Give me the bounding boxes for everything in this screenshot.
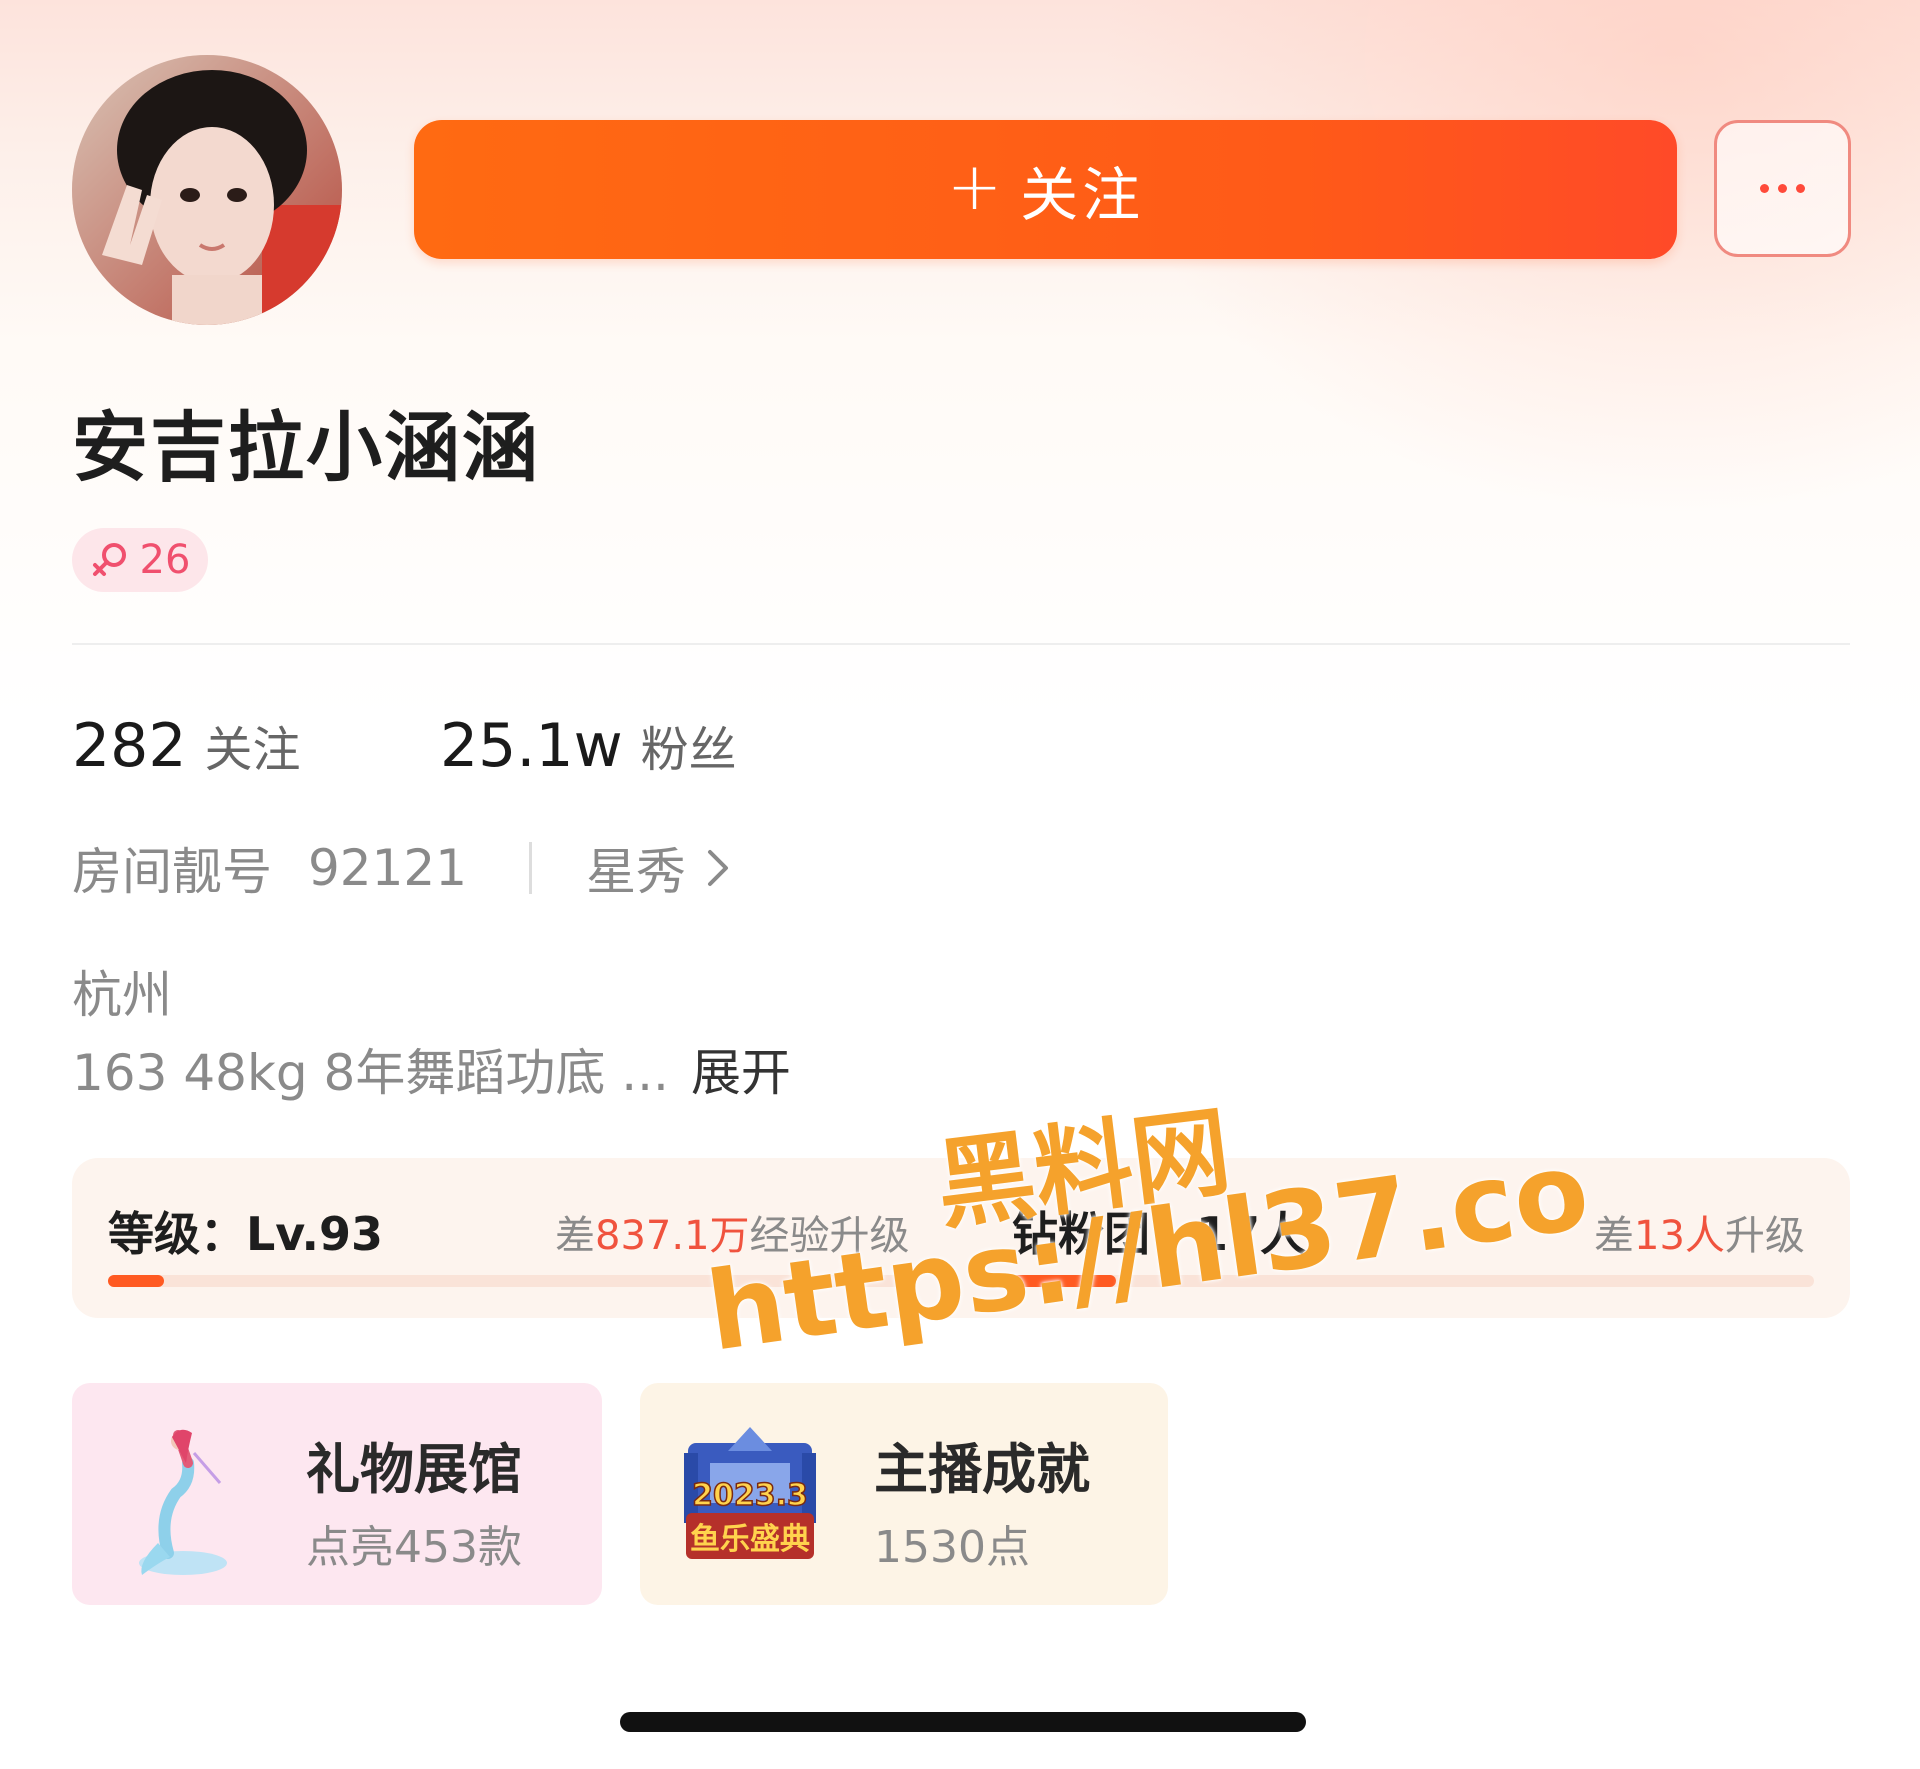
more-button[interactable] bbox=[1714, 120, 1851, 257]
category-label: 星秀 bbox=[586, 843, 687, 901]
avatar-image bbox=[72, 55, 342, 325]
plus-icon: + bbox=[946, 147, 1003, 225]
bio-text: 163 48kg 8年舞蹈功底 ... bbox=[72, 1044, 669, 1102]
follow-button[interactable]: + 关注 bbox=[414, 120, 1677, 259]
bio: 163 48kg 8年舞蹈功底 ... 展开 bbox=[72, 1033, 791, 1105]
more-dots-icon bbox=[1778, 184, 1787, 193]
achievement-subtitle: 1530点 bbox=[874, 1522, 1030, 1573]
divider bbox=[72, 643, 1850, 645]
badge-event: 鱼乐盛典 bbox=[690, 1522, 810, 1557]
room-info-row: 房间靓号 92121 星秀 bbox=[72, 832, 732, 904]
city: 杭州 bbox=[72, 966, 172, 1024]
room-id-label: 房间靓号 bbox=[72, 843, 272, 901]
fans-count: 25.1w bbox=[440, 711, 623, 781]
more-dots-icon bbox=[1760, 184, 1769, 193]
gift-hall-card[interactable]: 礼物展馆 点亮453款 bbox=[72, 1383, 602, 1605]
streamer-achievement-card[interactable]: 2023.3 鱼乐盛典 主播成就 1530点 bbox=[640, 1383, 1168, 1605]
fan-club-hint-value: 13人 bbox=[1634, 1213, 1725, 1259]
chevron-right-icon bbox=[708, 850, 729, 886]
avatar[interactable] bbox=[72, 55, 342, 325]
fan-club-hint: 差13人升级 bbox=[1594, 1203, 1805, 1261]
badge-year: 2023.3 bbox=[692, 1478, 808, 1513]
fans-label: 粉丝 bbox=[640, 722, 737, 778]
level-title: 等级：Lv.93 bbox=[108, 1207, 384, 1261]
separator bbox=[529, 842, 533, 894]
mermaid-gift-icon bbox=[139, 1429, 227, 1575]
room-id: 92121 bbox=[308, 839, 468, 897]
category-link[interactable]: 星秀 bbox=[586, 832, 732, 904]
fan-club-hint-suffix: 升级 bbox=[1724, 1213, 1805, 1259]
gift-hall-title: 礼物展馆 bbox=[306, 1438, 522, 1501]
age-value: 26 bbox=[139, 537, 191, 583]
home-indicator[interactable] bbox=[620, 1712, 1306, 1732]
bio-expand-link[interactable]: 展开 bbox=[691, 1033, 791, 1105]
achievement-badge-icon: 2023.3 鱼乐盛典 bbox=[684, 1427, 816, 1559]
achievement-title: 主播成就 bbox=[874, 1438, 1090, 1501]
follow-label: 关注 bbox=[1020, 160, 1145, 229]
profile-name: 安吉拉小涵涵 bbox=[72, 403, 540, 492]
fans-stat[interactable]: 25.1w 粉丝 bbox=[440, 710, 737, 781]
following-count: 282 bbox=[72, 711, 187, 781]
following-stat[interactable]: 282 关注 bbox=[72, 710, 301, 781]
gift-hall-subtitle: 点亮453款 bbox=[306, 1522, 522, 1573]
level-progress-fill bbox=[108, 1275, 165, 1287]
more-dots-icon bbox=[1796, 184, 1805, 193]
level-hint-prefix: 差 bbox=[555, 1213, 595, 1259]
female-icon bbox=[92, 543, 126, 576]
gender-age-badge: 26 bbox=[72, 528, 208, 592]
header-glow bbox=[1100, 0, 1920, 520]
fan-club-hint-prefix: 差 bbox=[1594, 1213, 1634, 1259]
following-label: 关注 bbox=[204, 722, 301, 778]
